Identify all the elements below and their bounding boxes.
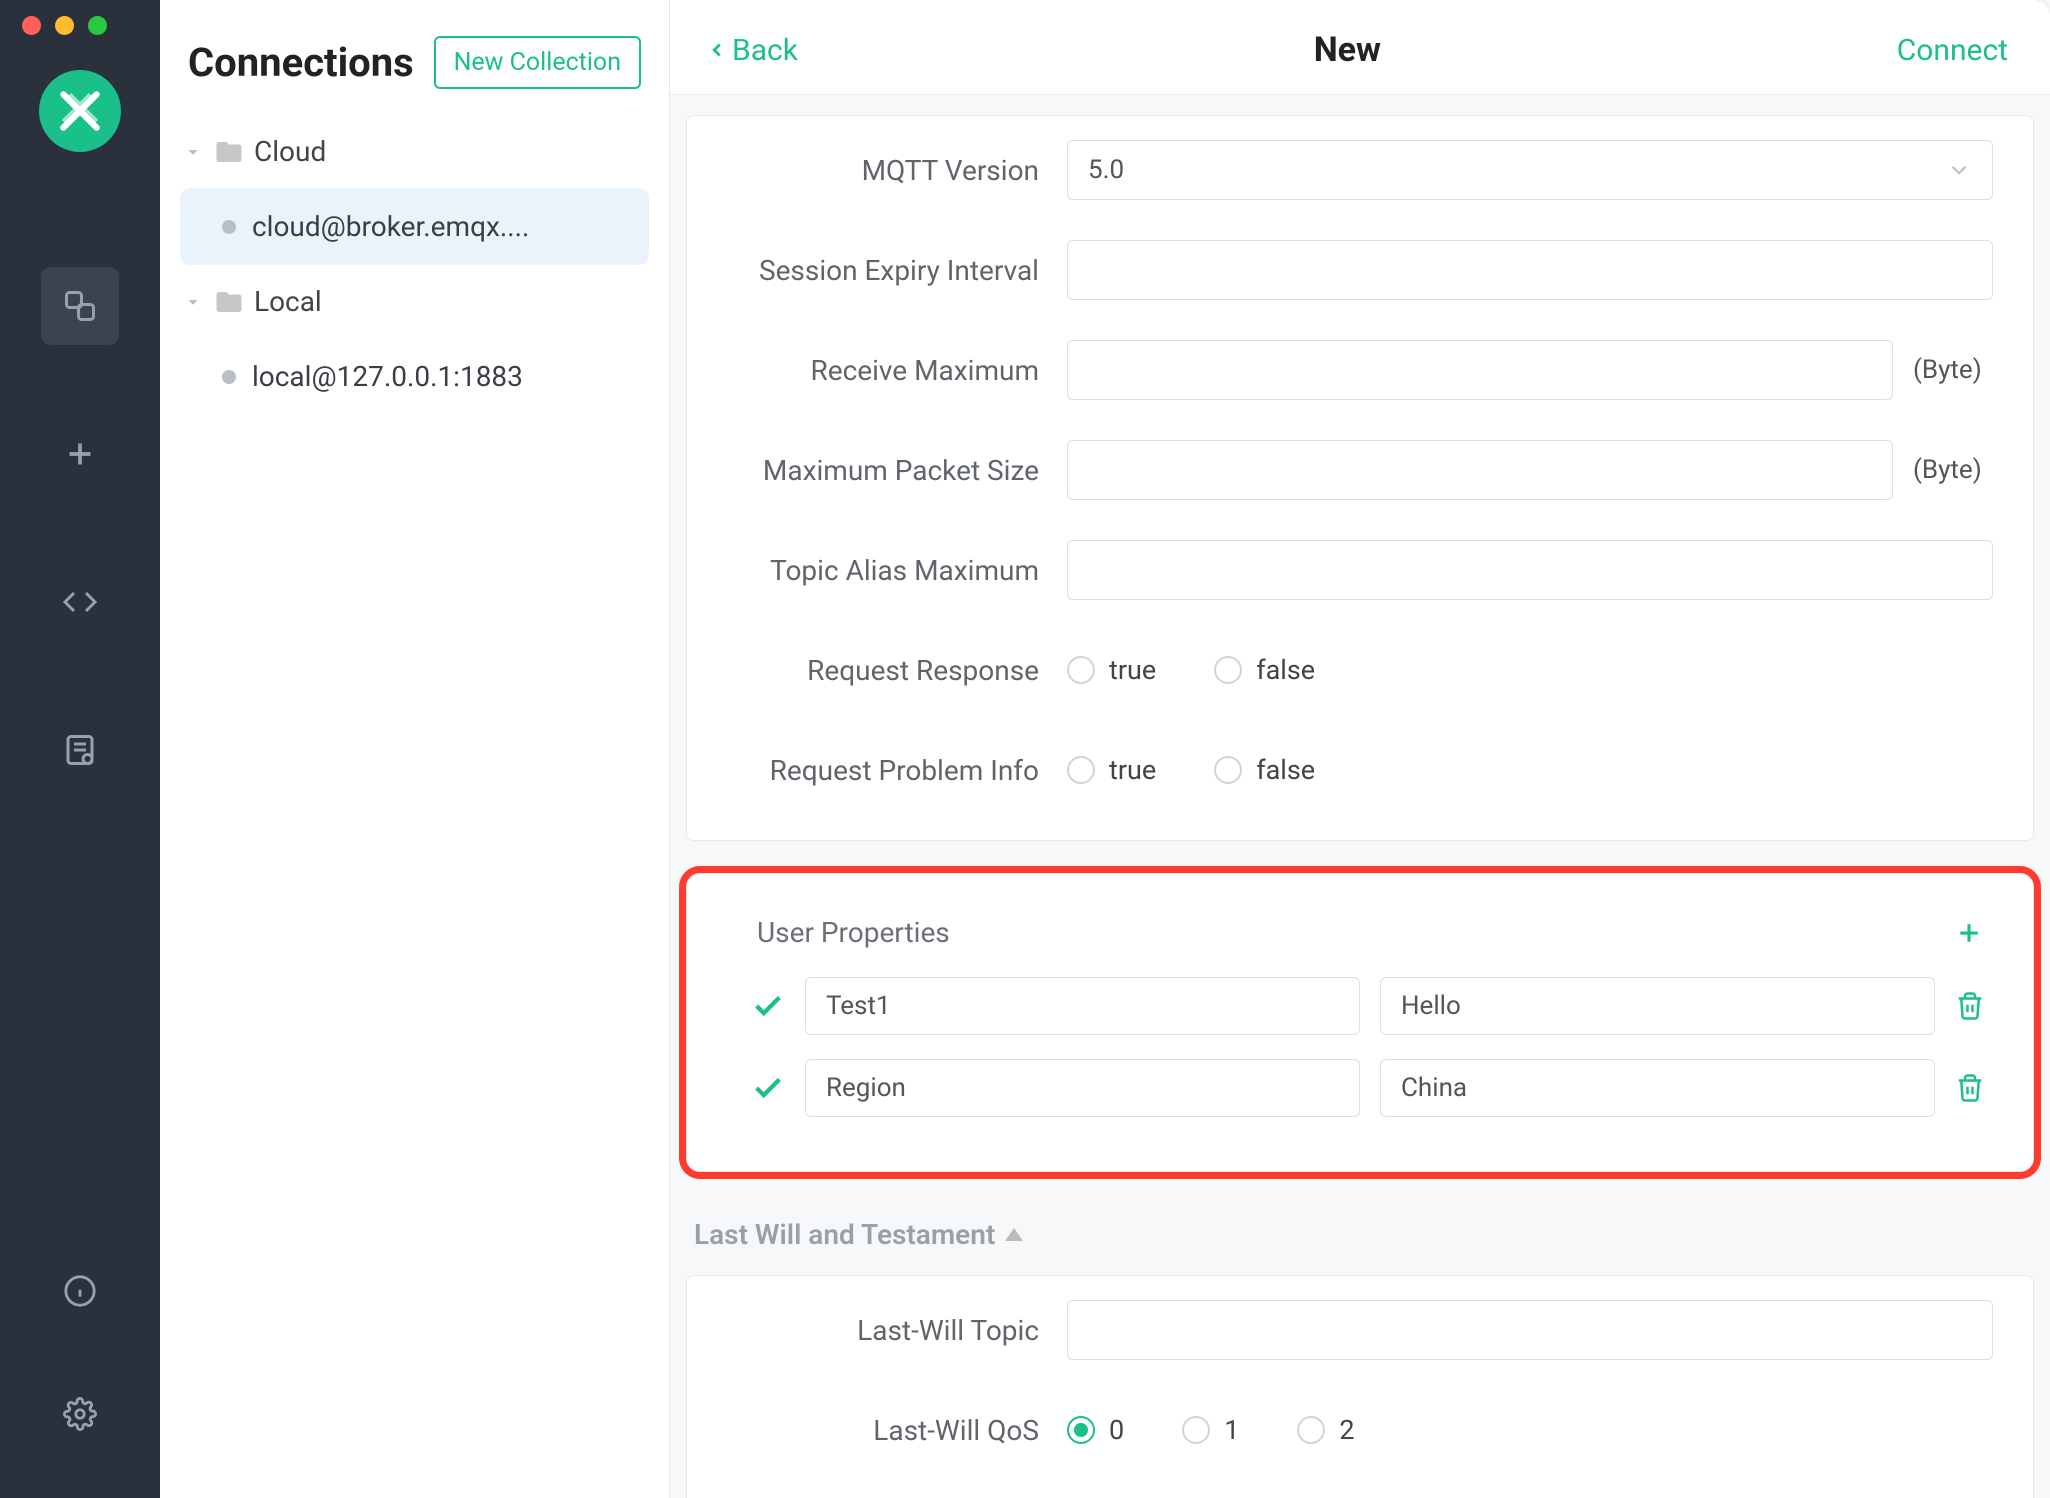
lwt-section-header[interactable]: Last Will and Testament [686, 1204, 2034, 1275]
folder-cloud[interactable]: Cloud [170, 119, 659, 184]
radio-icon [1214, 756, 1242, 784]
folder-label: Cloud [254, 135, 326, 168]
lwt-section-title: Last Will and Testament [694, 1218, 995, 1251]
advanced-settings-card: MQTT Version 5.0 Session Expiry Interval [686, 115, 2034, 841]
lwt-qos-2[interactable]: 2 [1297, 1414, 1354, 1446]
lwt-card: Last-Will Topic Last-Will QoS 0 1 2 [686, 1275, 2034, 1498]
back-button[interactable]: Back [706, 33, 798, 68]
user-properties-card: User Properties [686, 873, 2034, 1172]
folder-label: Local [254, 285, 322, 318]
chevron-down-icon [182, 291, 204, 313]
folder-icon [214, 137, 244, 167]
nav-info-icon[interactable] [41, 1252, 119, 1330]
connection-label: local@127.0.0.1:1883 [252, 360, 523, 393]
request-response-label: Request Response [687, 654, 1067, 687]
user-property-row [687, 977, 2005, 1059]
topic-alias-label: Topic Alias Maximum [687, 554, 1067, 587]
radio-icon [1214, 656, 1242, 684]
mqtt-version-select[interactable]: 5.0 [1067, 140, 1993, 200]
close-window-icon[interactable] [22, 16, 41, 35]
connection-item-local[interactable]: local@127.0.0.1:1883 [180, 338, 649, 415]
receive-max-input[interactable] [1067, 340, 1893, 400]
request-response-true[interactable]: true [1067, 654, 1156, 686]
user-properties-title: User Properties [757, 916, 950, 949]
collapse-up-icon [1005, 1228, 1023, 1241]
mqtt-version-label: MQTT Version [687, 154, 1067, 187]
new-collection-button[interactable]: New Collection [434, 36, 641, 89]
app-logo [39, 70, 121, 152]
add-user-property-button[interactable] [1953, 917, 1985, 949]
page-title: New [1314, 30, 1381, 70]
nav-logs-icon[interactable] [41, 711, 119, 789]
session-expiry-label: Session Expiry Interval [687, 254, 1067, 287]
request-response-false[interactable]: false [1214, 654, 1315, 686]
trash-icon[interactable] [1955, 1073, 1985, 1103]
status-dot-icon [222, 370, 236, 384]
nav-connections-icon[interactable] [41, 267, 119, 345]
folder-icon [214, 287, 244, 317]
user-property-row [687, 1059, 2005, 1141]
max-packet-input[interactable] [1067, 440, 1893, 500]
trash-icon[interactable] [1955, 991, 1985, 1021]
radio-icon [1297, 1416, 1325, 1444]
lwt-topic-input[interactable] [1067, 1300, 1993, 1360]
session-expiry-input[interactable] [1067, 240, 1993, 300]
request-problem-false[interactable]: false [1214, 754, 1315, 786]
topic-alias-input[interactable] [1067, 540, 1993, 600]
lwt-qos-label: Last-Will QoS [687, 1414, 1067, 1447]
icon-sidebar [0, 0, 160, 1498]
user-property-key-input[interactable] [805, 977, 1360, 1035]
nav-settings-icon[interactable] [41, 1375, 119, 1453]
plus-icon [1954, 918, 1984, 948]
byte-unit: (Byte) [1913, 355, 1993, 385]
status-dot-icon [222, 220, 236, 234]
radio-icon [1182, 1416, 1210, 1444]
check-icon [751, 989, 785, 1023]
connection-label: cloud@broker.emqx.... [252, 210, 529, 243]
radio-icon [1067, 756, 1095, 784]
minimize-window-icon[interactable] [55, 16, 74, 35]
content-area: Back New Connect MQTT Version 5.0 [670, 0, 2050, 1498]
nav-add-icon[interactable] [41, 415, 119, 493]
lwt-qos-1[interactable]: 1 [1182, 1414, 1239, 1446]
chevron-down-icon [1946, 157, 1972, 183]
user-property-value-input[interactable] [1380, 977, 1935, 1035]
request-problem-label: Request Problem Info [687, 754, 1067, 787]
connection-item-cloud[interactable]: cloud@broker.emqx.... [180, 188, 649, 265]
byte-unit: (Byte) [1913, 455, 1993, 485]
connect-button[interactable]: Connect [1897, 33, 2008, 68]
user-property-key-input[interactable] [805, 1059, 1360, 1117]
chevron-left-icon [706, 39, 728, 61]
maximize-window-icon[interactable] [88, 16, 107, 35]
lwt-topic-label: Last-Will Topic [687, 1314, 1067, 1347]
radio-icon [1067, 1416, 1095, 1444]
lwt-qos-0[interactable]: 0 [1067, 1414, 1124, 1446]
mqtt-version-value: 5.0 [1088, 155, 1124, 185]
nav-code-icon[interactable] [41, 563, 119, 641]
max-packet-label: Maximum Packet Size [687, 454, 1067, 487]
radio-icon [1067, 656, 1095, 684]
connections-sidebar: Connections New Collection Cloud cloud@b… [160, 0, 670, 1498]
sidebar-title: Connections [188, 39, 414, 86]
receive-max-label: Receive Maximum [687, 354, 1067, 387]
traffic-lights [0, 0, 160, 50]
user-property-value-input[interactable] [1380, 1059, 1935, 1117]
back-label: Back [732, 33, 798, 68]
check-icon [751, 1071, 785, 1105]
request-problem-true[interactable]: true [1067, 754, 1156, 786]
folder-local[interactable]: Local [170, 269, 659, 334]
topbar: Back New Connect [670, 0, 2050, 95]
chevron-down-icon [182, 141, 204, 163]
